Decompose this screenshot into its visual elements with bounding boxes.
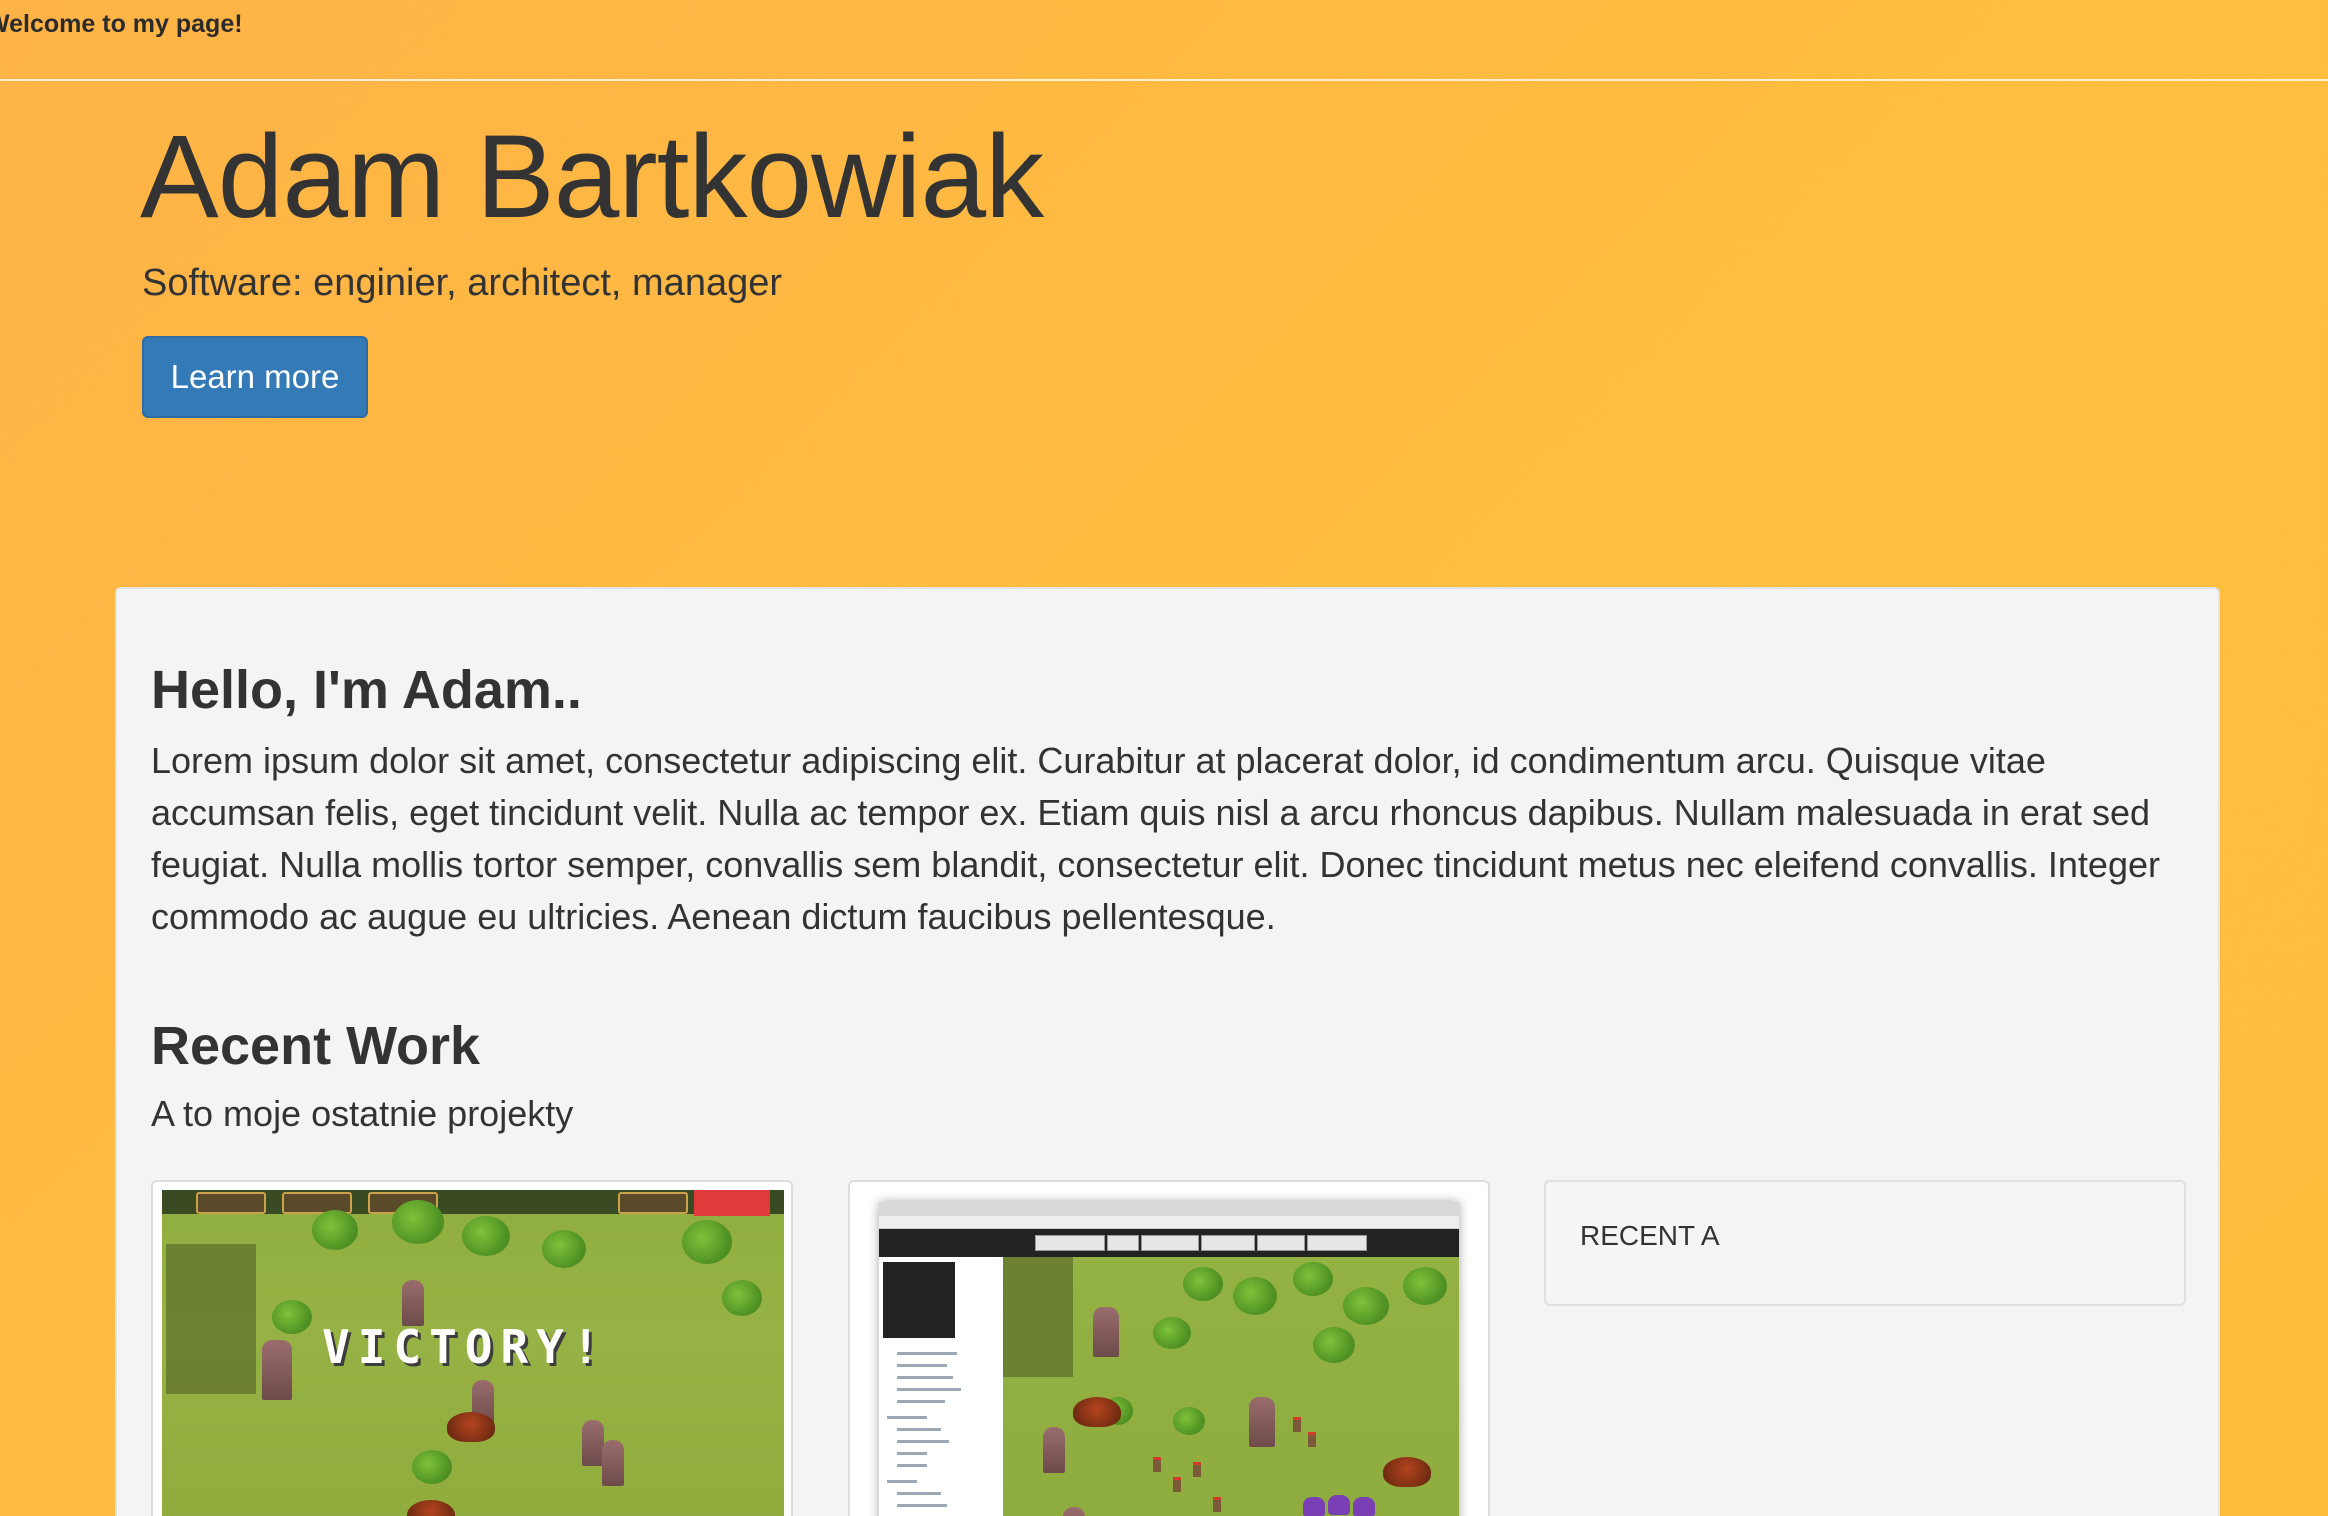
mound-sprite [407,1500,455,1516]
hero-subtitle: Software: enginier, architect, manager [142,262,783,304]
hud-menu-button [694,1190,770,1216]
enemy-sprite [1303,1497,1325,1516]
tree-sprite [312,1210,358,1250]
tree-sprite [1343,1287,1389,1325]
tree-sprite [462,1216,510,1256]
mound-sprite [1383,1457,1431,1487]
tower-sprite [1063,1507,1085,1516]
tree-sprite [1183,1267,1223,1301]
tower-sprite [602,1440,624,1486]
toolbar-button [1035,1235,1105,1251]
tree-line [897,1428,941,1431]
tree-line [887,1480,917,1483]
tree-line [897,1504,947,1507]
unit-sprite [1153,1457,1161,1472]
tree-sprite [682,1220,732,1264]
hud-gold-box [196,1192,266,1214]
enemy-sprite [1328,1495,1350,1515]
castle-sprite [1093,1307,1119,1357]
unit-sprite [1173,1477,1181,1492]
browser-address-bar [879,1216,1459,1229]
recent-work-subtitle: A to moje ostatnie projekty [151,1093,574,1134]
tree-line [897,1364,947,1367]
project-card-editor[interactable] [848,1180,1490,1516]
castle-sprite [262,1340,292,1400]
game-screenshot-image: VICTORY! [162,1190,784,1516]
learn-more-button[interactable]: Learn more [142,336,368,418]
enemy-sprite [1353,1497,1375,1516]
top-bar: Welcome to my page! [0,0,2328,81]
tree-sprite [1313,1327,1355,1363]
tree-line [897,1376,953,1379]
tree-sprite [1293,1262,1333,1296]
tree-sprite [1233,1277,1277,1315]
editor-map-view [1003,1257,1459,1516]
about-text: Lorem ipsum dolor sit amet, consectetur … [151,740,2160,937]
project-card-recent-a[interactable]: RECENT A [1544,1180,2186,1306]
tree-line [897,1440,949,1443]
tree-sprite [1173,1407,1205,1435]
mound-sprite [447,1412,495,1442]
toolbar-button [1201,1235,1255,1251]
mound-sprite [1073,1397,1121,1427]
project-card-title: RECENT A [1580,1220,1720,1251]
game-debug-overlay [166,1244,256,1394]
tree-sprite [272,1300,312,1334]
toolbar-button [1257,1235,1305,1251]
tower-sprite [582,1420,604,1466]
map-debug-overlay [1003,1257,1073,1377]
tree-line [897,1388,961,1391]
tree-line [897,1464,927,1467]
tree-sprite [392,1200,444,1244]
content-panel: Hello, I'm Adam.. Lorem ipsum dolor sit … [115,587,2220,1516]
tree-line [897,1452,927,1455]
hero: Adam Bartkowiak Software: enginier, arch… [140,111,1044,418]
editor-preview-box [883,1262,955,1338]
unit-sprite [1293,1417,1301,1432]
tree-sprite [1153,1317,1191,1349]
toolbar-button [1307,1235,1367,1251]
toolbar-button [1107,1235,1139,1251]
browser-tabs [879,1202,1459,1216]
hud-time-box [618,1192,688,1214]
hero-title: Adam Bartkowiak [140,111,1044,243]
project-card-game[interactable]: VICTORY! [151,1180,793,1516]
tree-line [897,1400,945,1403]
recent-work-heading: Recent Work [151,1016,481,1076]
welcome-text: Welcome to my page! [0,10,243,38]
tree-sprite [1403,1267,1447,1305]
tree-sprite [412,1450,452,1484]
tree-line [897,1492,941,1495]
about-heading: Hello, I'm Adam.. [151,660,582,720]
toolbar-button [1141,1235,1199,1251]
unit-sprite [1193,1462,1201,1477]
victory-text: VICTORY! [322,1320,608,1374]
unit-sprite [1308,1432,1316,1447]
unit-sprite [1213,1497,1221,1512]
castle-sprite [1249,1397,1275,1447]
tree-sprite [542,1230,586,1268]
editor-screenshot-image [879,1202,1459,1516]
tree-line [887,1416,927,1419]
tower-sprite [1043,1427,1065,1473]
tree-line [897,1352,957,1355]
tree-sprite [722,1280,762,1316]
